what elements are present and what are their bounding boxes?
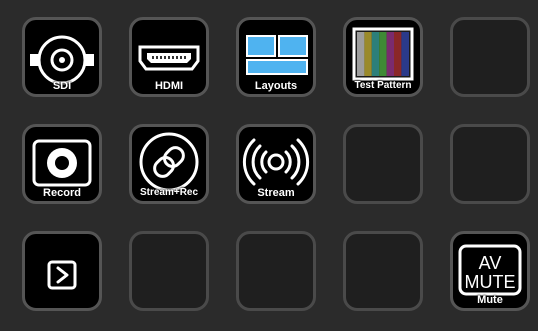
mute-label: Mute: [477, 294, 503, 306]
stream-rec-label: Stream+Rec: [139, 187, 199, 198]
stream-deck-grid: SDI HDMI Layouts Test Pattern Record Str…: [0, 0, 538, 331]
av-text: AV: [479, 253, 502, 273]
empty-key[interactable]: [129, 231, 209, 311]
chevron-right-icon: [47, 260, 77, 290]
record-label: Record: [43, 187, 81, 199]
stream-key[interactable]: Stream: [236, 124, 316, 204]
layouts-label: Layouts: [254, 80, 298, 92]
sdi-label: SDI: [52, 80, 72, 92]
empty-key[interactable]: [236, 231, 316, 311]
empty-key[interactable]: [450, 17, 530, 97]
test-pattern-key[interactable]: Test Pattern: [343, 17, 423, 97]
stream-label: Stream: [257, 187, 295, 199]
record-key[interactable]: Record: [22, 124, 102, 204]
hdmi-label: HDMI: [154, 80, 184, 92]
sdi-key[interactable]: SDI: [22, 17, 102, 97]
empty-key[interactable]: [450, 124, 530, 204]
hdmi-key[interactable]: HDMI: [129, 17, 209, 97]
layouts-key[interactable]: Layouts: [236, 17, 316, 97]
mute-key[interactable]: AV MUTE Mute: [450, 231, 530, 311]
test-pattern-label: Test Pattern: [354, 80, 412, 91]
empty-key[interactable]: [343, 231, 423, 311]
next-page-key[interactable]: [22, 231, 102, 311]
mute-text: MUTE: [465, 272, 516, 292]
empty-key[interactable]: [343, 124, 423, 204]
stream-rec-key[interactable]: Stream+Rec: [129, 124, 209, 204]
